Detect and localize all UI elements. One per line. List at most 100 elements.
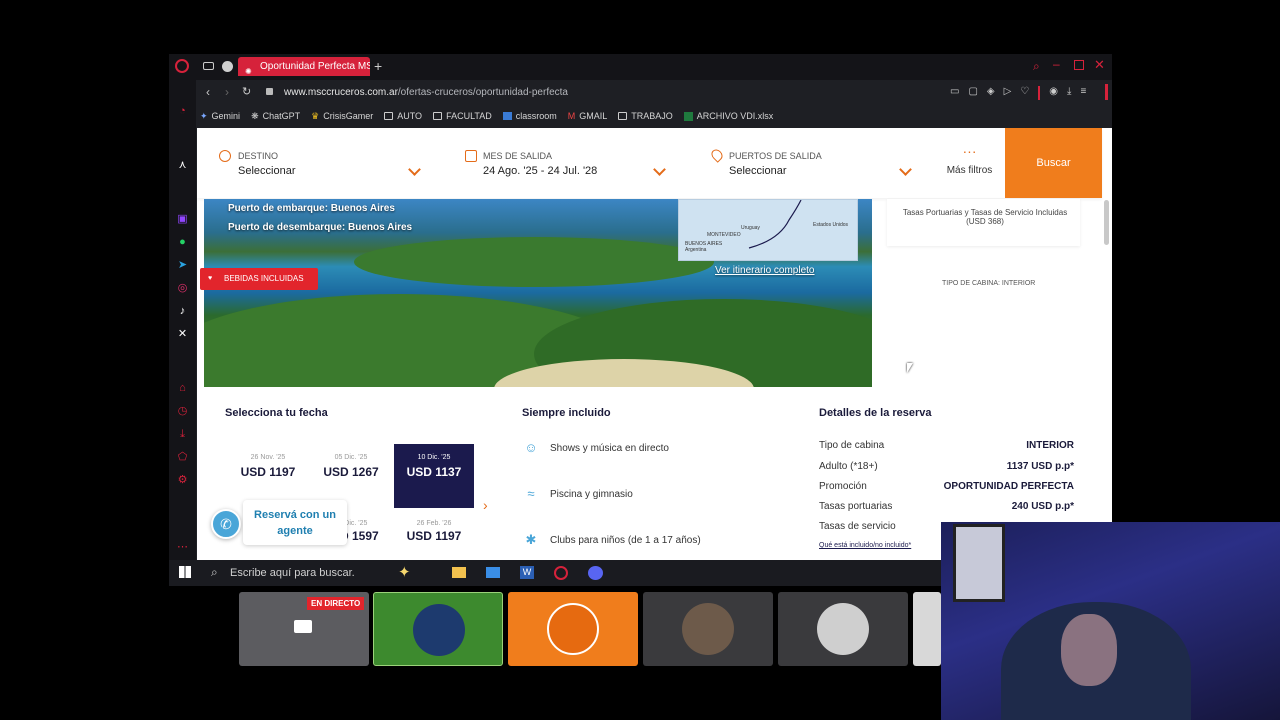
tab-active[interactable]: ✺ Oportunidad Perfecta MSC	[238, 57, 370, 76]
location-pin-icon	[709, 147, 725, 163]
whatsapp-icon[interactable]: ●	[176, 236, 189, 249]
filter-mes-label: MES DE SALIDA	[483, 151, 553, 161]
agent-button-label: Reservá con un agente	[243, 500, 347, 545]
mouse-cursor-icon	[907, 363, 913, 373]
downloads-icon[interactable]: ⤓	[176, 428, 189, 441]
copilot-icon[interactable]: ✦	[398, 563, 411, 581]
mail-icon[interactable]	[486, 567, 500, 578]
more-icon[interactable]: ⋯	[176, 541, 189, 554]
instagram-icon[interactable]: ◎	[176, 282, 189, 295]
date-label: 05 Dic. '25	[334, 454, 368, 461]
bookmark-auto[interactable]: AUTO	[384, 111, 422, 121]
chevron-down-icon	[653, 163, 666, 176]
detail-value: 240 USD p.p*	[1011, 501, 1074, 512]
bookmark-trabajo[interactable]: TRABAJO	[618, 111, 673, 121]
play-icon[interactable]: ▷	[1004, 86, 1012, 100]
twitch-icon[interactable]: ▣	[176, 213, 189, 226]
maximize-icon[interactable]	[1074, 60, 1084, 70]
settings-icon[interactable]: ⚙	[176, 474, 189, 487]
included-link[interactable]: Qué está incluido/no incluido*	[819, 542, 911, 549]
telegram-icon[interactable]: ➤	[176, 259, 189, 272]
date-card[interactable]: 26 Nov. '25 USD 1197	[228, 444, 308, 508]
tab-title: Oportunidad Perfecta MSC	[260, 61, 370, 72]
bookmark-crisisgamer[interactable]: ♛ CrisisGamer	[311, 111, 373, 122]
tiktok-icon[interactable]: ♪	[176, 305, 189, 318]
detail-row: Promoción OPORTUNIDAD PERFECTA	[819, 481, 1074, 492]
snapshot-icon[interactable]: ▭	[950, 86, 959, 100]
pinboard-icon[interactable]: ⌂	[176, 382, 189, 395]
search-tabs-icon[interactable]: ⌕	[1033, 59, 1040, 74]
discord-icon[interactable]	[588, 566, 603, 580]
new-tab-icon[interactable]: +	[374, 58, 382, 74]
more-filters-button[interactable]: ··· Más filtros	[942, 144, 997, 180]
chevron-down-icon	[408, 163, 421, 176]
participant-tile[interactable]	[778, 592, 908, 666]
back-icon[interactable]: ‹	[206, 85, 210, 99]
embarque-text: Puerto de embarque: Buenos Aires	[228, 203, 395, 214]
opera-taskbar-icon[interactable]	[554, 566, 568, 580]
extensions-icon[interactable]: ⬠	[176, 451, 189, 464]
vpn-icon[interactable]	[222, 61, 233, 72]
map-label: BUENOS AIRES Argentina	[685, 241, 723, 253]
map-label: MONTEVIDEO	[707, 232, 741, 238]
chevron-right-icon[interactable]: ›	[483, 497, 488, 513]
heart-icon[interactable]: ♡	[1020, 86, 1029, 100]
people-icon: ☺	[524, 440, 538, 455]
url-field[interactable]: www.msccruceros.com.ar/ofertas-cruceros/…	[284, 87, 568, 98]
date-price: USD 1197	[406, 529, 462, 543]
participant-tile[interactable]	[508, 592, 638, 666]
windows-start-icon[interactable]	[179, 566, 191, 578]
incluido-item: ✱ Clubs para niños (de 1 a 17 años)	[522, 533, 701, 547]
fechas-title: Selecciona tu fecha	[225, 407, 328, 419]
detail-value: 1137 USD p.p*	[1006, 461, 1074, 472]
history-icon[interactable]: ◷	[176, 405, 189, 418]
opera-logo-icon[interactable]	[175, 59, 189, 73]
tasas-text: Tasas Portuarias y Tasas de Servicio Inc…	[902, 208, 1068, 226]
crop-icon[interactable]: ▢	[968, 86, 977, 100]
filter-destino[interactable]: DESTINO Seleccionar	[219, 148, 421, 180]
itinerary-map[interactable]: MONTEVIDEO Uruguay BUENOS AIRES Argentin…	[678, 199, 858, 261]
participant-tile[interactable]	[913, 592, 941, 666]
badge-label: BEBIDAS INCLUIDAS	[224, 274, 304, 283]
detail-label: Tasas de servicio	[819, 521, 896, 532]
shield-icon[interactable]: ◈	[987, 86, 995, 100]
aria-logo-icon[interactable]: ⋏	[176, 159, 189, 172]
minimize-icon[interactable]: –	[1053, 57, 1060, 71]
agent-button[interactable]: ✆ Reservá con un agente	[209, 500, 347, 545]
date-card[interactable]: 05 Dic. '25 USD 1267	[311, 444, 391, 508]
bookmark-gemini[interactable]: ✦ Gemini	[200, 111, 240, 122]
bookmark-classroom[interactable]: classroom	[502, 111, 557, 121]
bookmark-archivo[interactable]: ARCHIVO VDI.xlsx	[683, 111, 773, 121]
bookmark-gmail[interactable]: M GMAIL	[568, 111, 608, 121]
date-card[interactable]: 26 Feb. '26 USD 1197	[394, 512, 474, 556]
date-card-selected[interactable]: 10 Dic. '25 USD 1137	[394, 444, 474, 508]
bookmark-chatgpt[interactable]: ❋ ChatGPT	[251, 111, 300, 122]
detail-value: INTERIOR	[1026, 440, 1074, 451]
incluido-item: ☺ Shows y música en directo	[522, 441, 669, 455]
detail-label: Tipo de cabina	[819, 440, 885, 451]
aria-icon[interactable]: ◔	[176, 105, 189, 118]
menu-icon[interactable]: ≡	[1080, 86, 1086, 100]
bookmark-facultad[interactable]: FACULTAD	[433, 111, 492, 121]
scrollbar[interactable]	[1104, 200, 1109, 245]
account-icon[interactable]: ◉	[1049, 86, 1058, 100]
live-badge: EN DIRECTO	[307, 597, 365, 610]
x-icon[interactable]: ✕	[176, 328, 189, 341]
workspaces-icon[interactable]	[203, 62, 214, 70]
download-icon[interactable]: ⤓	[1067, 86, 1071, 100]
close-icon[interactable]: ✕	[1094, 57, 1105, 73]
date-price: USD 1267	[323, 465, 379, 479]
file-explorer-icon[interactable]	[452, 567, 466, 578]
detail-value: OPORTUNIDAD PERFECTA	[943, 481, 1074, 492]
filter-puertos[interactable]: PUERTOS DE SALIDA Seleccionar	[709, 147, 912, 180]
participant-tile[interactable]	[373, 592, 503, 666]
taskbar-search-input[interactable]: Escribe aquí para buscar.	[230, 567, 355, 579]
folder-icon	[433, 112, 443, 120]
filter-mes[interactable]: MES DE SALIDA 24 Ago. '25 - 24 Jul. '28	[465, 148, 666, 180]
itinerary-link[interactable]: Ver itinerario completo	[715, 265, 815, 276]
participant-tile[interactable]	[643, 592, 773, 666]
reload-icon[interactable]: ↻	[242, 85, 251, 98]
search-button[interactable]: Buscar	[1005, 128, 1102, 198]
forward-icon[interactable]: ›	[225, 85, 229, 99]
word-icon[interactable]: W	[520, 566, 534, 579]
